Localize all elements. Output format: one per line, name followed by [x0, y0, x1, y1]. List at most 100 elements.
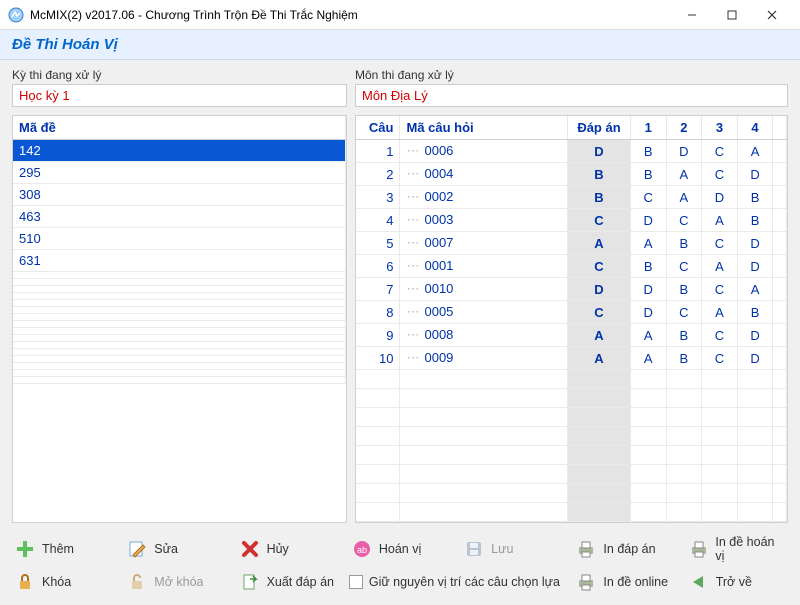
semester-field[interactable]: Học kỳ 1	[12, 84, 347, 107]
table-row[interactable]: 142	[13, 140, 346, 162]
dapan-cell	[568, 465, 631, 484]
table-row[interactable]: 9⋯0008AABCD	[356, 324, 787, 347]
table-row[interactable]	[13, 272, 346, 279]
page-title: Đề Thi Hoán Vị	[0, 30, 800, 60]
c4-cell: D	[737, 347, 773, 370]
table-row[interactable]	[356, 408, 787, 427]
table-row[interactable]: 631	[13, 250, 346, 272]
back-button[interactable]: Trở về	[686, 569, 788, 595]
lock-button[interactable]: Khóa	[12, 569, 114, 595]
table-row[interactable]: 463	[13, 206, 346, 228]
col-ma[interactable]: Mã câu hỏi	[400, 116, 568, 140]
table-row[interactable]	[356, 389, 787, 408]
subject-field[interactable]: Môn Địa Lý	[355, 84, 788, 107]
unlock-button[interactable]: Mở khóa	[124, 569, 226, 595]
c1-cell	[630, 522, 666, 524]
col-3[interactable]: 3	[702, 116, 738, 140]
col-dapan[interactable]: Đáp án	[568, 116, 631, 140]
table-row[interactable]: 8⋯0005CDCAB	[356, 301, 787, 324]
table-row[interactable]	[13, 314, 346, 321]
table-row[interactable]	[356, 446, 787, 465]
table-row[interactable]	[13, 342, 346, 349]
print-online-button[interactable]: In đề online	[573, 569, 675, 595]
c4-cell	[737, 370, 773, 389]
exam-code-header[interactable]: Mã đề	[13, 116, 346, 140]
table-row[interactable]: 295	[13, 162, 346, 184]
table-row[interactable]: 10⋯0009AABCD	[356, 347, 787, 370]
table-row[interactable]	[13, 279, 346, 286]
print-answer-button[interactable]: In đáp án	[573, 533, 675, 565]
add-button[interactable]: Thêm	[12, 533, 114, 565]
table-row[interactable]	[13, 300, 346, 307]
exam-code-cell	[13, 328, 346, 335]
table-row[interactable]	[356, 484, 787, 503]
table-row[interactable]	[356, 370, 787, 389]
col-2[interactable]: 2	[666, 116, 702, 140]
table-row[interactable]: 510	[13, 228, 346, 250]
table-row[interactable]	[356, 503, 787, 522]
close-button[interactable]	[752, 1, 792, 29]
exam-code-cell	[13, 349, 346, 356]
exam-code-cell: 510	[13, 228, 346, 250]
back-arrow-icon	[688, 571, 710, 593]
delete-button[interactable]: Hủy	[237, 533, 339, 565]
table-row[interactable]	[13, 328, 346, 335]
c3-cell	[702, 465, 738, 484]
c1-cell: C	[630, 186, 666, 209]
col-4[interactable]: 4	[737, 116, 773, 140]
edit-button[interactable]: Sửa	[124, 533, 226, 565]
table-row[interactable]	[13, 377, 346, 384]
spacer-cell	[773, 301, 787, 324]
table-row[interactable]: 2⋯0004BBACD	[356, 163, 787, 186]
ma-cell: ⋯0002	[400, 186, 568, 209]
table-row[interactable]: 3⋯0002BCADB	[356, 186, 787, 209]
c1-cell	[630, 408, 666, 427]
table-row[interactable]	[13, 356, 346, 363]
save-button[interactable]: Lưu	[461, 533, 563, 565]
save-label: Lưu	[491, 542, 513, 556]
spacer-cell	[773, 232, 787, 255]
maximize-button[interactable]	[712, 1, 752, 29]
c2-cell	[666, 465, 702, 484]
dapan-cell	[568, 446, 631, 465]
table-row[interactable]	[13, 363, 346, 370]
print-permuted-button[interactable]: In đề hoán vị	[686, 533, 788, 565]
titlebar: McMIX(2) v2017.06 - Chương Trình Trộn Đề…	[0, 0, 800, 30]
c1-cell	[630, 370, 666, 389]
cau-cell: 5	[356, 232, 400, 255]
cau-cell: 10	[356, 347, 400, 370]
c3-cell	[702, 427, 738, 446]
exam-code-table: Mã đề 142295308463510631	[13, 116, 346, 384]
table-row[interactable]: 6⋯0001CBCAD	[356, 255, 787, 278]
cau-cell	[356, 465, 400, 484]
dapan-cell: D	[568, 140, 631, 163]
spacer-cell	[773, 278, 787, 301]
table-row[interactable]	[356, 465, 787, 484]
permute-button[interactable]: ab Hoán vị	[349, 533, 451, 565]
minimize-button[interactable]	[672, 1, 712, 29]
table-row[interactable]: 308	[13, 184, 346, 206]
exam-code-cell: 463	[13, 206, 346, 228]
c3-cell: C	[702, 140, 738, 163]
c4-cell: D	[737, 232, 773, 255]
table-row[interactable]	[13, 307, 346, 314]
table-row[interactable]	[13, 321, 346, 328]
export-answer-button[interactable]: Xuất đáp án	[237, 569, 339, 595]
c3-cell: A	[702, 209, 738, 232]
table-row[interactable]: 7⋯0010DDBCA	[356, 278, 787, 301]
table-row[interactable]: 5⋯0007AABCD	[356, 232, 787, 255]
col-1[interactable]: 1	[630, 116, 666, 140]
col-cau[interactable]: Câu	[356, 116, 400, 140]
keep-positions-checkbox[interactable]: Giữ nguyên vị trí các câu chọn lựa	[349, 569, 564, 595]
table-row[interactable]	[13, 335, 346, 342]
table-row[interactable]: 1⋯0006DBDCA	[356, 140, 787, 163]
table-row[interactable]	[13, 286, 346, 293]
table-row[interactable]	[13, 293, 346, 300]
table-row[interactable]	[356, 427, 787, 446]
main-content: Kỳ thi đang xử lý Học kỳ 1 Mã đề 1422953…	[0, 60, 800, 527]
table-row[interactable]	[13, 349, 346, 356]
permute-icon: ab	[351, 538, 373, 560]
table-row[interactable]	[356, 522, 787, 524]
table-row[interactable]	[13, 370, 346, 377]
table-row[interactable]: 4⋯0003CDCAB	[356, 209, 787, 232]
